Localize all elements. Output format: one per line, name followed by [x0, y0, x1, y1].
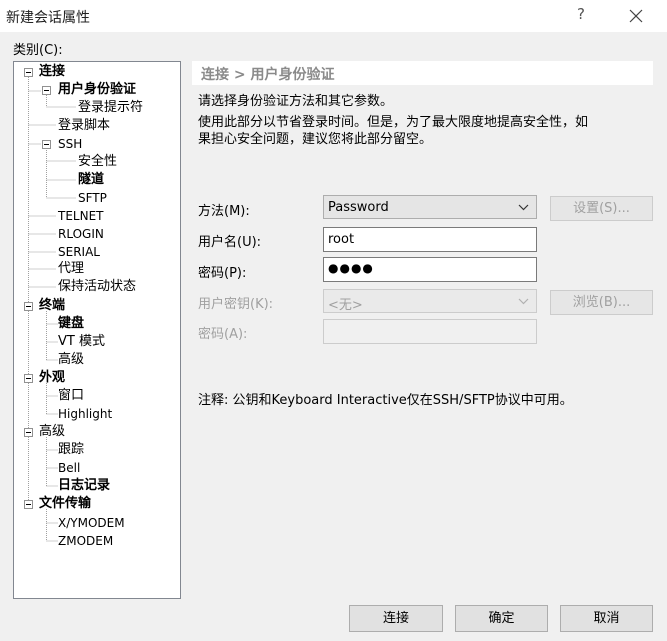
tree-item-login-script[interactable]: 登录脚本	[58, 117, 110, 135]
expander-icon[interactable]	[42, 86, 51, 95]
chevron-down-icon	[518, 204, 529, 211]
tree-item-serial[interactable]: SERIAL	[58, 243, 100, 261]
close-button[interactable]	[625, 5, 647, 27]
tree-item-zmodem[interactable]: ZMODEM	[58, 532, 113, 550]
title-bar: 新建会话属性 ?	[0, 0, 667, 32]
expander-icon[interactable]	[24, 68, 33, 77]
ok-button[interactable]: 确定	[455, 605, 548, 632]
tree-item-sftp[interactable]: SFTP	[78, 189, 107, 207]
section-title: 连接 > 用户身份验证	[201, 67, 335, 83]
password-field[interactable]: ●●●●	[323, 257, 537, 282]
tree-item-window[interactable]: 窗口	[58, 387, 84, 405]
tree-item-ssh[interactable]: SSH	[58, 135, 82, 153]
username-field[interactable]	[323, 227, 537, 252]
chevron-down-icon	[518, 298, 529, 305]
expander-icon[interactable]	[24, 500, 33, 509]
expander-icon[interactable]	[24, 302, 33, 311]
section-header: 连接 > 用户身份验证	[192, 61, 653, 85]
method-select[interactable]: Password	[323, 195, 537, 219]
category-label: 类别(C):	[13, 43, 63, 58]
tree-item-keepalive[interactable]: 保持活动状态	[58, 278, 136, 296]
password-label: 密码(P):	[198, 266, 247, 281]
note-text: 注释: 公钥和Keyboard Interactive仅在SSH/SFTP协议中…	[198, 393, 573, 408]
tree-item-keyboard[interactable]: 键盘	[58, 315, 84, 333]
browse-button[interactable]: 浏览(B)...	[550, 290, 653, 315]
tree-item-highlight[interactable]: Highlight	[58, 405, 112, 423]
tree-item-security[interactable]: 安全性	[78, 153, 117, 171]
passphrase-label: 密码(A):	[198, 327, 248, 342]
passphrase-field[interactable]	[323, 319, 537, 344]
tree-item-terminal-advanced[interactable]: 高级	[58, 351, 84, 369]
tree-item-terminal[interactable]: 终端	[39, 297, 65, 315]
close-icon	[629, 9, 643, 23]
tree-item-proxy[interactable]: 代理	[58, 260, 84, 278]
category-tree[interactable]: 连接 用户身份验证 登录提示符 登录脚本 SSH 安全性 隧道 SFTP TEL…	[13, 61, 181, 599]
tree-item-file-transfer[interactable]: 文件传输	[39, 495, 91, 513]
tree-item-xymodem[interactable]: X/YMODEM	[58, 514, 125, 532]
expander-icon[interactable]	[24, 428, 33, 437]
connect-button[interactable]: 连接	[349, 605, 443, 632]
user-key-select[interactable]: <无>	[323, 289, 537, 313]
tree-item-logging[interactable]: 日志记录	[58, 477, 110, 495]
user-key-value: <无>	[328, 298, 363, 313]
expander-icon[interactable]	[42, 140, 51, 149]
tree-item-login-prompt[interactable]: 登录提示符	[78, 99, 143, 117]
tree-item-telnet[interactable]: TELNET	[58, 207, 104, 225]
method-value: Password	[328, 200, 389, 215]
expander-icon[interactable]	[24, 374, 33, 383]
settings-button[interactable]: 设置(S)...	[550, 196, 653, 221]
cancel-button[interactable]: 取消	[560, 605, 653, 632]
tree-item-trace[interactable]: 跟踪	[58, 441, 84, 459]
description-line: 果担心安全问题，建议您将此部分留空。	[198, 132, 433, 147]
tree-item-appearance[interactable]: 外观	[39, 369, 65, 387]
tree-item-advanced[interactable]: 高级	[39, 423, 65, 441]
method-label: 方法(M):	[198, 204, 250, 219]
user-key-label: 用户密钥(K):	[198, 297, 274, 312]
tree-item-vt-mode[interactable]: VT 模式	[58, 333, 105, 351]
help-button[interactable]: ?	[570, 5, 592, 27]
tree-item-user-auth[interactable]: 用户身份验证	[58, 81, 136, 99]
tree-item-bell[interactable]: Bell	[58, 459, 80, 477]
tree-item-rlogin[interactable]: RLOGIN	[58, 225, 104, 243]
tree-item-connection[interactable]: 连接	[39, 63, 65, 81]
tree-item-tunnel[interactable]: 隧道	[78, 171, 104, 189]
window-title: 新建会话属性	[6, 10, 90, 26]
username-label: 用户名(U):	[198, 235, 262, 250]
description-line: 请选择身份验证方法和其它参数。	[198, 94, 394, 109]
